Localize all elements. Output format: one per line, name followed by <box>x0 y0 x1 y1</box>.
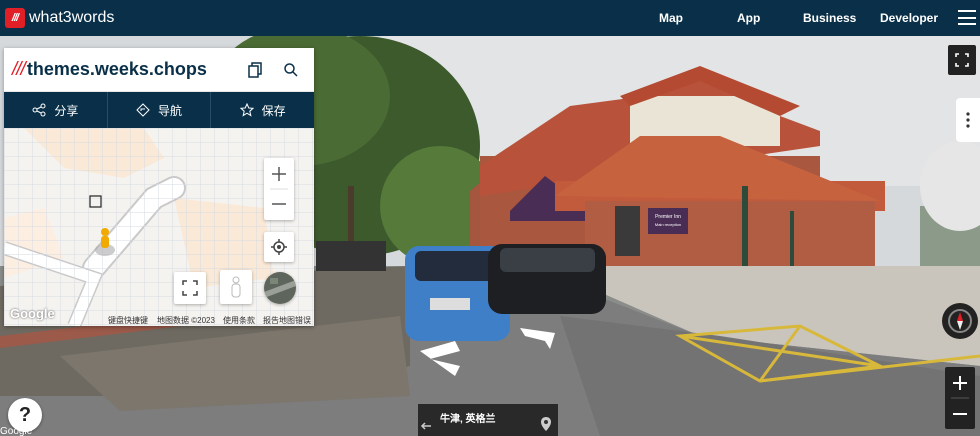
top-navigation-bar: /// what3words Map App Business Develope… <box>0 0 980 36</box>
share-button[interactable]: 分享 <box>4 92 108 128</box>
nav-map[interactable]: Map <box>659 0 683 36</box>
crosshair-icon <box>271 239 287 255</box>
fullscreen-icon <box>182 280 198 296</box>
navigate-icon <box>136 103 150 117</box>
terms-link[interactable]: 使用条款 <box>223 315 255 326</box>
address-slashes: /// <box>12 58 26 80</box>
navigate-label: 导航 <box>158 103 183 118</box>
map-pin-icon[interactable] <box>540 416 552 432</box>
back-arrow-icon[interactable] <box>418 404 434 436</box>
sign-bottom: Main reception <box>655 222 681 227</box>
location-name: 牛津, 英格兰 <box>440 414 496 425</box>
report-error-link[interactable]: 报告地图错误 <box>263 315 311 326</box>
locate-button[interactable] <box>264 232 294 262</box>
compass-button[interactable] <box>942 303 978 339</box>
zoom-control <box>264 158 294 220</box>
search-icon[interactable] <box>281 60 301 80</box>
streetview-fullscreen-button[interactable] <box>948 45 976 75</box>
location-bar: 牛津, 英格兰 <box>418 404 558 436</box>
address-panel: /// themes.weeks.chops 分享 导航 保存 Google 键… <box>4 48 314 326</box>
google-logo: Google <box>10 306 55 321</box>
menu-icon[interactable] <box>958 10 976 25</box>
share-icon <box>32 103 46 117</box>
logo-text: what3words <box>29 9 115 26</box>
action-bar: 分享 导航 保存 <box>4 92 314 128</box>
nav-app[interactable]: App <box>737 0 760 36</box>
save-button[interactable]: 保存 <box>211 92 314 128</box>
logo-mark: /// <box>5 8 25 28</box>
more-vertical-icon <box>966 112 970 128</box>
pegman-outline-icon <box>231 276 241 298</box>
sign-top: Premier Inn <box>655 214 681 220</box>
three-word-address[interactable]: themes.weeks.chops <box>27 59 207 80</box>
fullscreen-icon <box>955 53 969 67</box>
mini-map[interactable]: Google 键盘快捷键 地图数据 ©2023 使用条款 报告地图错误 <box>4 128 314 326</box>
layer-thumbnail[interactable] <box>264 272 296 304</box>
navigate-button[interactable]: 导航 <box>108 92 212 128</box>
zoom-in-icon[interactable] <box>953 376 967 390</box>
save-label: 保存 <box>261 103 286 118</box>
compass-icon <box>948 309 972 333</box>
pegman-icon <box>101 236 109 248</box>
nav-developer[interactable]: Developer <box>880 0 938 36</box>
streetview-google-logo: Google <box>0 426 33 436</box>
what3words-logo[interactable]: /// what3words <box>5 8 114 28</box>
star-icon <box>239 103 254 117</box>
copy-icon[interactable] <box>246 60 266 80</box>
nav-business[interactable]: Business <box>803 0 856 36</box>
pegman-button[interactable] <box>220 270 252 304</box>
address-row: /// themes.weeks.chops <box>4 48 314 92</box>
fullscreen-button[interactable] <box>174 272 206 304</box>
side-menu-tab[interactable] <box>956 98 980 142</box>
streetview-zoom-control <box>945 367 975 429</box>
share-label: 分享 <box>54 103 79 118</box>
keyboard-shortcuts-link[interactable]: 键盘快捷键 <box>108 315 148 326</box>
map-data-text: 地图数据 ©2023 <box>157 316 215 325</box>
